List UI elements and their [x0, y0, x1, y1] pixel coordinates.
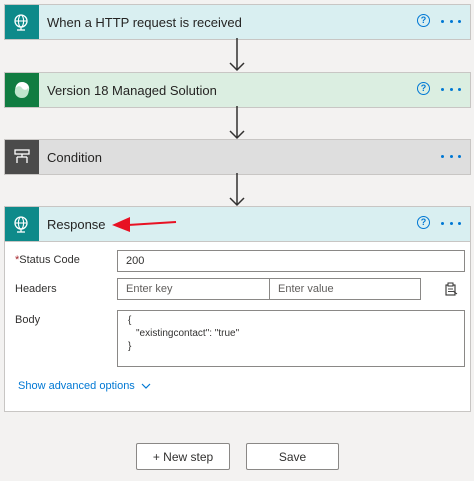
connector-arrow-icon [229, 38, 245, 72]
http-globe-icon [5, 207, 39, 241]
help-icon[interactable]: ? [417, 14, 430, 27]
status-code-label: *Status Code [15, 254, 80, 266]
header-key-placeholder: Enter key [126, 283, 173, 295]
body-line: "existingcontact": "true" [136, 328, 240, 339]
status-code-input[interactable]: 200 [117, 250, 465, 272]
more-options-icon[interactable] [441, 216, 461, 230]
save-button[interactable]: Save [246, 443, 339, 470]
advanced-options-text: Show advanced options [18, 380, 135, 392]
more-options-icon[interactable] [441, 149, 461, 163]
switch-to-text-mode-icon[interactable] [444, 282, 458, 296]
header-key-input[interactable]: Enter key [117, 278, 270, 300]
step-title: When a HTTP request is received [47, 14, 242, 30]
more-options-icon[interactable] [441, 14, 461, 28]
connector-arrow-icon [229, 106, 245, 140]
condition-icon [5, 140, 39, 174]
step-header[interactable]: Response ? [5, 207, 470, 241]
body-editor[interactable]: { "existingcontact": "true" } [117, 310, 465, 367]
more-options-icon[interactable] [441, 82, 461, 96]
status-code-label-text: Status Code [19, 254, 80, 266]
annotation-arrow-icon [112, 217, 177, 232]
header-value-input[interactable]: Enter value [269, 278, 421, 300]
step-card-http-trigger[interactable]: When a HTTP request is received ? [4, 4, 471, 40]
step-title: Condition [47, 149, 102, 165]
step-title: Version 18 Managed Solution [47, 82, 217, 98]
chevron-down-icon [141, 383, 151, 389]
body-line: } [128, 341, 132, 352]
new-step-button[interactable]: + New step [136, 443, 230, 470]
headers-label: Headers [15, 283, 57, 295]
status-code-value: 200 [126, 255, 145, 267]
step-header[interactable]: Version 18 Managed Solution ? [5, 73, 470, 107]
body-line: { [128, 315, 132, 326]
step-header[interactable]: Condition [5, 140, 470, 174]
connector-arrow-icon [229, 173, 245, 207]
step-card-condition[interactable]: Condition [4, 139, 471, 175]
body-label: Body [15, 314, 41, 326]
step-card-response[interactable]: Response ? *Status Code 200 Headers Ente… [4, 206, 471, 412]
help-icon[interactable]: ? [417, 216, 430, 229]
step-card-dataverse[interactable]: Version 18 Managed Solution ? [4, 72, 471, 108]
http-globe-icon [5, 5, 39, 39]
dataverse-icon [5, 73, 39, 107]
header-value-placeholder: Enter value [278, 283, 334, 295]
show-advanced-options-link[interactable]: Show advanced options [18, 380, 151, 392]
step-header[interactable]: When a HTTP request is received ? [5, 5, 470, 39]
response-form: *Status Code 200 Headers Enter key Enter… [5, 241, 470, 411]
help-icon[interactable]: ? [417, 82, 430, 95]
